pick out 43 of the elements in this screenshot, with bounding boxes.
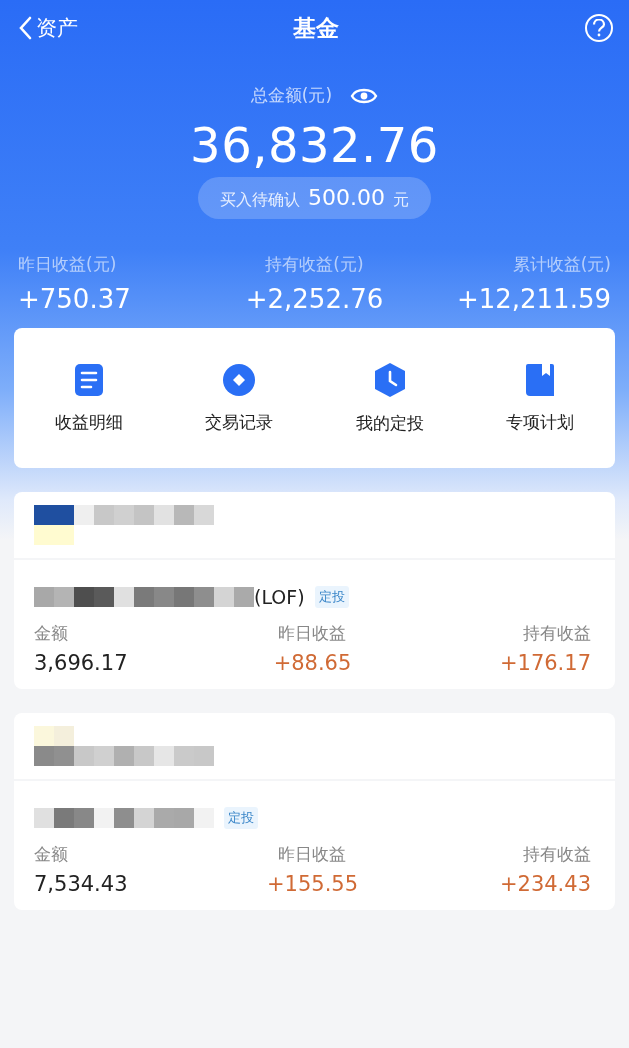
metric-label: 持有收益 <box>523 622 591 645</box>
back-link[interactable]: 资产 <box>18 14 78 42</box>
action-button[interactable]: 我的定投 <box>314 361 465 435</box>
stat-value: +12,211.59 <box>456 284 611 314</box>
metric-label: 昨日收益 <box>278 622 347 645</box>
diamond-circle-icon <box>222 362 257 397</box>
metric-value: 7,534.43 <box>34 872 128 896</box>
stat-label: 昨日收益(元) <box>18 253 117 276</box>
fund-name: (LOF) <box>254 586 305 608</box>
fund-tag: 定投 <box>224 807 258 829</box>
stat-label: 累计收益(元) <box>512 253 611 276</box>
stat-value: +750.37 <box>18 284 131 314</box>
help-button[interactable] <box>585 14 613 42</box>
fund-card[interactable]: 定投 金额 7,534.43 昨日收益 +155.55 持有收益 +234.43 <box>14 781 615 910</box>
metric-label: 金额 <box>34 622 68 645</box>
currency-unit: 元 <box>393 190 409 211</box>
eye-icon[interactable] <box>350 86 379 105</box>
metric-label: 金额 <box>34 843 68 866</box>
document-icon <box>73 362 106 397</box>
fund-group-header[interactable] <box>14 492 615 558</box>
bookmark-icon <box>523 362 556 397</box>
metric-value: +155.55 <box>266 872 359 896</box>
action-button[interactable]: 交易记录 <box>164 362 315 434</box>
fund-tag: 定投 <box>314 586 349 608</box>
metric-value: 3,696.17 <box>34 651 128 675</box>
stat-value: +2,252.76 <box>245 284 384 314</box>
stat-label: 持有收益(元) <box>265 253 364 276</box>
metric-label: 昨日收益 <box>278 843 347 866</box>
action-button[interactable]: 收益明细 <box>14 362 165 434</box>
pending-label: 买入待确认 <box>220 190 300 211</box>
help-icon <box>592 19 606 37</box>
metric-value: +176.17 <box>499 651 591 675</box>
back-icon <box>18 16 32 40</box>
fund-card[interactable]: (LOF) 定投 金额 3,696.17 昨日收益 +88.65 持有收益 +176.17 <box>14 560 615 689</box>
metric-label: 持有收益 <box>523 843 591 866</box>
metric-value: +88.65 <box>273 651 352 675</box>
page-title: 基金 <box>292 13 339 43</box>
metric-value: +234.43 <box>499 872 591 896</box>
total-label: 总金额(元) <box>250 84 333 107</box>
total-amount: 36,832.76 <box>190 117 439 173</box>
pending-amount: 500.00 <box>308 185 385 210</box>
action-button[interactable]: 专项计划 <box>464 362 615 434</box>
clock-hexagon-icon <box>372 361 407 398</box>
